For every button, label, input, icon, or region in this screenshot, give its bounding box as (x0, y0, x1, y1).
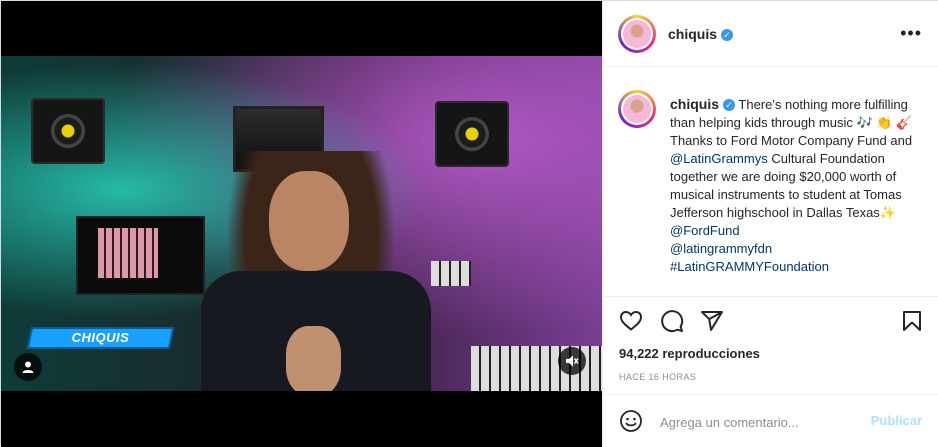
verified-badge-icon: ✓ (723, 99, 736, 111)
more-options-icon[interactable]: ••• (900, 23, 922, 44)
instagram-post-modal: CHIQUIS chiquis ✓ ••• chiquis ✓ There's … (0, 0, 938, 447)
mention-latingrammyfdn[interactable]: @latingrammyfdn (670, 240, 928, 258)
verified-badge-icon: ✓ (721, 29, 734, 41)
publish-button[interactable]: Publicar (871, 413, 922, 428)
header-username[interactable]: chiquis (668, 26, 717, 42)
comment-bar: Publicar (603, 394, 938, 447)
share-icon (701, 311, 723, 331)
studio-speaker-left (31, 98, 105, 164)
mention-latingrammys[interactable]: @LatinGrammys (670, 151, 768, 166)
mention-fordfund[interactable]: @FordFund (670, 222, 928, 240)
heart-icon (619, 310, 643, 331)
comment-icon (661, 310, 684, 333)
studio-speaker-right (435, 101, 509, 167)
user-tag-icon (22, 361, 34, 373)
comment-input[interactable] (658, 410, 862, 434)
save-button[interactable] (898, 307, 926, 335)
launch-pad (76, 216, 205, 295)
post-sidebar: chiquis ✓ ••• chiquis ✓ There's nothing mo… (602, 1, 938, 447)
bookmark-icon (903, 311, 921, 331)
post-timestamp[interactable]: HACE 16 HORAS (619, 372, 696, 382)
caption-emojis: 🎶 👏 🎸 (856, 115, 913, 130)
avatar[interactable] (618, 15, 656, 53)
avatar-image (623, 20, 651, 48)
user-tag-button[interactable] (14, 353, 42, 381)
video-player[interactable]: CHIQUIS (1, 1, 602, 447)
caption-avatar[interactable] (618, 90, 656, 128)
post-header: chiquis ✓ ••• (603, 1, 938, 67)
person-hands (286, 326, 341, 391)
caption-end-emoji: ✨ (879, 205, 896, 220)
keyboard-right (431, 261, 471, 286)
caption-section: chiquis ✓ There's nothing more fulfilling… (603, 67, 938, 297)
mute-icon (566, 355, 579, 367)
like-button[interactable] (617, 307, 645, 335)
emoji-icon[interactable] (619, 409, 643, 433)
caption-username[interactable]: chiquis (670, 96, 719, 112)
views-count[interactable]: 94,222 reproducciones (619, 346, 760, 361)
comment-button[interactable] (658, 307, 686, 335)
hashtag-link[interactable]: #LatinGRAMMYFoundation (670, 258, 928, 276)
person-face (269, 171, 349, 271)
avatar-image (623, 95, 651, 123)
caption-body-2: Thanks to Ford Motor Company Fund and (670, 133, 913, 148)
share-button[interactable] (698, 307, 726, 335)
caption-text: chiquis ✓ There's nothing more fulfilling… (670, 95, 928, 276)
mute-button[interactable] (558, 347, 586, 375)
action-bar (603, 307, 938, 339)
name-banner-text: CHIQUIS (71, 330, 130, 345)
